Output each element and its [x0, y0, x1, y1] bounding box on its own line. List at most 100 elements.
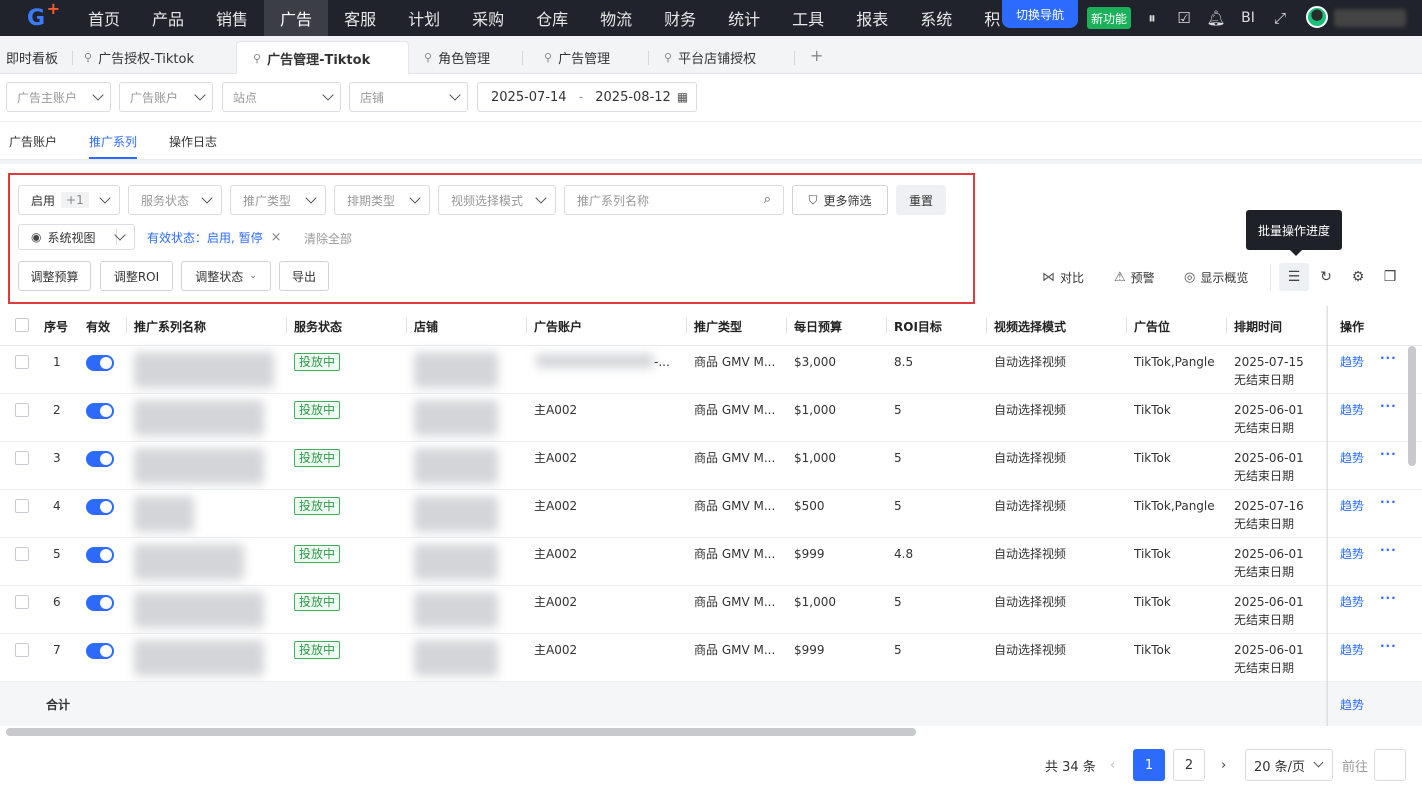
select-all-checkbox[interactable] — [15, 318, 29, 332]
switch-nav-button[interactable]: 切换导航 — [1002, 0, 1078, 28]
show-overview-button[interactable]: ◎ 显示概览 — [1184, 267, 1248, 287]
close-icon[interactable]: × — [271, 230, 282, 245]
campaign-name-blurred[interactable] — [134, 448, 264, 484]
table-row[interactable]: 7 投放中 主A002 商品 GMV M... $999 5 自动选择视频 TikTok 202… — [0, 634, 1422, 682]
adjust-roi-button[interactable]: 调整ROI — [100, 261, 173, 291]
prev-page-button[interactable]: ‹ — [1110, 749, 1115, 781]
clear-all-link[interactable]: 清除全部 — [304, 230, 352, 247]
page-2-button[interactable]: 2 — [1173, 749, 1205, 781]
table-row[interactable]: 4 投放中 主A002 商品 GMV M... $500 5 自动选择视频 TikTok,Pa… — [0, 490, 1422, 538]
nav-item-3[interactable]: 广告 — [264, 0, 329, 36]
trend-link[interactable]: 趋势 — [1340, 593, 1364, 611]
trend-link[interactable]: 趋势 — [1340, 545, 1364, 563]
horizontal-scrollbar[interactable] — [6, 728, 916, 736]
new-feature-button[interactable]: 新功能 — [1087, 7, 1131, 29]
adjust-budget-button[interactable]: 调整预算 — [18, 261, 91, 291]
reset-button[interactable]: 重置 — [896, 185, 946, 215]
active-toggle[interactable] — [86, 403, 114, 419]
system-view-select[interactable]: ◉ 系统视图 — [18, 224, 135, 250]
export-button[interactable]: 导出 — [279, 261, 329, 291]
table-row[interactable]: 5 投放中 主A002 商品 GMV M... $999 4.8 自动选择视频 TikTok 2… — [0, 538, 1422, 586]
alert-button[interactable]: ⚠ 预警 — [1114, 267, 1155, 287]
vertical-scrollbar[interactable] — [1408, 346, 1416, 466]
subtab-campaigns[interactable]: 推广系列 — [89, 133, 137, 150]
table-row[interactable]: 2 投放中 主A002 商品 GMV M... $1,000 5 自动选择视频 TikTok 2… — [0, 394, 1422, 442]
main-account-select[interactable]: 广告主账户 — [6, 82, 111, 112]
table-row[interactable]: 6 投放中 主A002 商品 GMV M... $1,000 5 自动选择视频 TikTok 2… — [0, 586, 1422, 634]
ad-account-select[interactable]: 广告账户 — [119, 82, 213, 112]
service-status-select[interactable]: 服务状态 — [128, 185, 222, 215]
nav-item-11[interactable]: 工具 — [776, 0, 840, 36]
campaign-name-blurred[interactable] — [134, 592, 264, 628]
checklist-icon[interactable]: ☑ — [1174, 8, 1194, 28]
date-range-picker[interactable]: 2025-07-14 - 2025-08-12 ▦ — [477, 82, 697, 112]
row-checkbox[interactable] — [15, 355, 29, 369]
row-checkbox[interactable] — [15, 403, 29, 417]
subtab-operation-log[interactable]: 操作日志 — [169, 133, 217, 150]
campaign-name-blurred[interactable] — [134, 640, 264, 676]
adjust-status-button[interactable]: 调整状态 ⌄ — [181, 261, 271, 291]
active-toggle[interactable] — [86, 355, 114, 371]
trend-link[interactable]: 趋势 — [1340, 449, 1364, 467]
batch-progress-icon[interactable]: ☰ — [1279, 263, 1309, 291]
page-1-button[interactable]: 1 — [1133, 749, 1165, 781]
bell-icon[interactable]: 🔔︎ — [1206, 8, 1226, 28]
campaign-search-input[interactable]: 推广系列名称 ⌕ — [564, 185, 784, 215]
more-icon[interactable]: ··· — [1380, 495, 1397, 509]
more-icon[interactable]: ··· — [1380, 639, 1397, 653]
nav-item-9[interactable]: 财务 — [648, 0, 712, 36]
row-checkbox[interactable] — [15, 643, 29, 657]
goto-page-input[interactable] — [1374, 749, 1406, 781]
campaign-name-blurred[interactable] — [134, 496, 194, 532]
row-checkbox[interactable] — [15, 595, 29, 609]
trend-link[interactable]: 趋势 — [1340, 641, 1364, 659]
more-filters-button[interactable]: ⛉ 更多筛选 — [792, 185, 888, 215]
search-icon[interactable]: ⌕ — [764, 192, 771, 207]
active-toggle[interactable] — [86, 499, 114, 515]
nav-item-2[interactable]: 销售 — [200, 0, 264, 36]
active-toggle[interactable] — [86, 595, 114, 611]
trend-link[interactable]: 趋势 — [1340, 401, 1364, 419]
nav-item-12[interactable]: 报表 — [840, 0, 904, 36]
trend-link[interactable]: 趋势 — [1340, 497, 1364, 515]
schedule-type-select[interactable]: 排期类型 — [334, 185, 430, 215]
subtab-ad-account[interactable]: 广告账户 — [9, 133, 57, 150]
status-filter-select[interactable]: 启用 +1 — [18, 185, 120, 215]
pause-icon[interactable]: ⏸ — [1142, 8, 1162, 28]
row-checkbox[interactable] — [15, 499, 29, 513]
page-size-select[interactable]: 20 条/页 — [1245, 749, 1333, 781]
avatar[interactable] — [1306, 6, 1328, 28]
active-toggle[interactable] — [86, 643, 114, 659]
more-icon[interactable]: ··· — [1380, 543, 1397, 557]
compare-button[interactable]: ⋈ 对比 — [1042, 267, 1084, 287]
book-icon[interactable]: ❒ — [1375, 263, 1405, 291]
summary-trend-link[interactable]: 趋势 — [1340, 696, 1364, 714]
more-icon[interactable]: ··· — [1380, 399, 1397, 413]
video-mode-select[interactable]: 视频选择模式 — [438, 185, 556, 215]
fullscreen-icon[interactable]: ⤢ — [1270, 8, 1290, 28]
table-row[interactable]: 3 投放中 主A002 商品 GMV M... $1,000 5 自动选择视频 TikTok 2… — [0, 442, 1422, 490]
table-row[interactable]: 1 投放中 -... 商品 GMV M... $3,000 8.5 自动选择视频 TikTok… — [0, 346, 1422, 394]
more-icon[interactable]: ··· — [1380, 591, 1397, 605]
nav-item-5[interactable]: 计划 — [392, 0, 456, 36]
add-tab-icon[interactable]: + — [810, 46, 823, 65]
tab-store-auth[interactable]: ⚲ 平台店铺授权 — [664, 41, 756, 74]
campaign-name-blurred[interactable] — [134, 544, 244, 580]
tab-dashboard[interactable]: 即时看板 — [6, 41, 58, 74]
tab-ad-manage[interactable]: ⚲ 广告管理 — [544, 41, 610, 74]
nav-item-4[interactable]: 客服 — [328, 0, 392, 36]
bi-button[interactable]: BI — [1238, 8, 1258, 28]
nav-item-13[interactable]: 系统 — [904, 0, 968, 36]
nav-item-10[interactable]: 统计 — [712, 0, 776, 36]
settings-icon[interactable]: ⚙ — [1343, 263, 1373, 291]
tab-role-manage[interactable]: ⚲ 角色管理 — [424, 41, 490, 74]
nav-item-1[interactable]: 产品 — [136, 0, 200, 36]
site-select[interactable]: 站点 — [222, 82, 341, 112]
campaign-name-blurred[interactable] — [134, 352, 274, 388]
trend-link[interactable]: 趋势 — [1340, 353, 1364, 371]
tab-ad-manage-tiktok[interactable]: ⚲ 广告管理-Tiktok — [236, 41, 409, 74]
refresh-icon[interactable]: ↻ — [1311, 263, 1341, 291]
active-toggle[interactable] — [86, 451, 114, 467]
store-select[interactable]: 店铺 — [349, 82, 468, 112]
tab-ad-auth-tiktok[interactable]: ⚲ 广告授权-Tiktok — [84, 41, 194, 74]
